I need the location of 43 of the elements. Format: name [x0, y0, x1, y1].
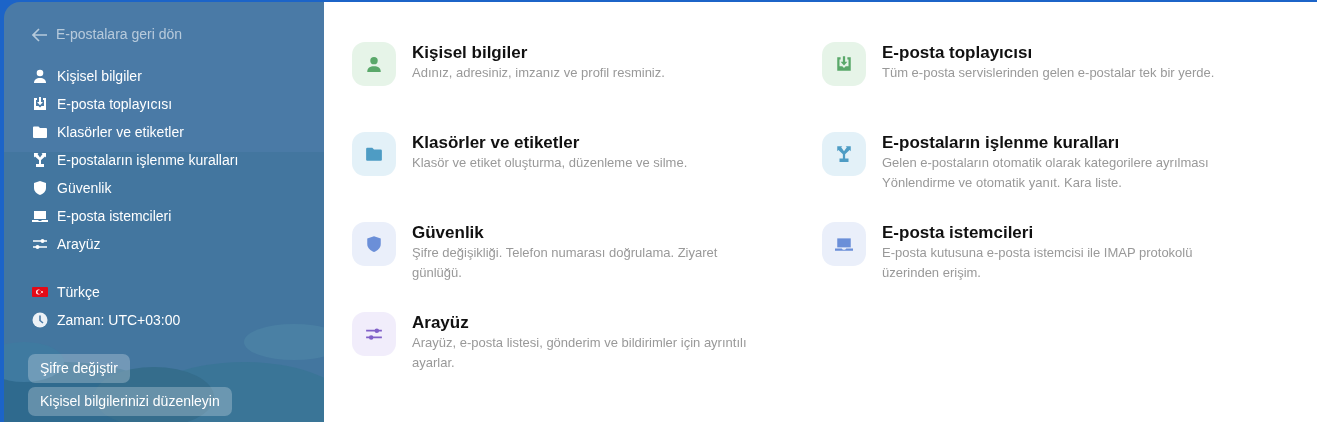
person-icon — [32, 68, 48, 84]
back-link[interactable]: E-postalara geri dön — [32, 24, 324, 45]
inbox-download-tile-icon[interactable] — [822, 42, 866, 86]
back-arrow-icon — [32, 26, 48, 43]
sidebar-item[interactable]: E-postaların işlenme kuralları — [57, 149, 239, 171]
card-title[interactable]: E-postaların işlenme kuralları — [882, 133, 1237, 153]
flag-icon — [32, 284, 48, 300]
sidebar-item[interactable]: E-posta toplayıcısı — [57, 93, 173, 115]
folder-icon — [32, 124, 48, 140]
card-description: Tüm e-posta servislerinden gelen e-postalar tek bir yerde. — [882, 64, 1215, 82]
branch-icon — [32, 152, 48, 168]
edit-profile-button[interactable]: Kişisel bilgilerinizi düzenleyin — [28, 387, 232, 416]
sidebar-item[interactable]: Güvenlik — [57, 177, 112, 199]
person-tile-icon[interactable] — [352, 42, 396, 86]
card-title[interactable]: Kişisel bilgiler — [412, 43, 665, 63]
laptop-tile-icon[interactable] — [822, 222, 866, 266]
card-description: Arayüz, e-posta listesi, gönderim ve bildirimler için ayrıntılı ayarlar. — [412, 334, 748, 372]
card-title[interactable]: Güvenlik — [412, 223, 767, 243]
sidebar-item[interactable]: E-posta istemcileri — [57, 205, 172, 227]
sliders-tile-icon[interactable] — [352, 312, 396, 356]
language-link[interactable]: Türkçe — [57, 281, 100, 303]
sidebar-item[interactable]: Kişisel bilgiler — [57, 65, 142, 87]
card-description: Klasör ve etiket oluşturma, düzenleme ve silme. — [412, 154, 688, 172]
shield-tile-icon[interactable] — [352, 222, 396, 266]
card-title[interactable]: E-posta toplayıcısı — [882, 43, 1215, 63]
card-title[interactable]: Arayüz — [412, 313, 767, 333]
shield-icon — [32, 180, 48, 196]
card-title[interactable]: Klasörler ve etiketler — [412, 133, 688, 153]
card-description: E-posta kutusuna e-posta istemcisi ile IMAP protokolü üzerinden erişim. — [882, 244, 1194, 282]
card-description: Şifre değişikliği. Telefon numarası doğrulama. Ziyaret günlüğü. — [412, 244, 719, 282]
clock-icon — [32, 312, 48, 328]
change-password-button[interactable]: Şifre değiştir — [28, 354, 130, 383]
sidebar-item[interactable]: Arayüz — [57, 233, 101, 255]
sliders-icon — [32, 236, 48, 252]
inbox-download-icon — [32, 96, 48, 112]
card-description: Adınız, adresiniz, imzanız ve profil resminiz. — [412, 64, 665, 82]
branch-tile-icon[interactable] — [822, 132, 866, 176]
card-description: Gelen e-postaların otomatik olarak kategorilere ayrılması Yönlendirme ve otomatik yanıt. Kara liste. — [882, 154, 1210, 192]
laptop-icon — [32, 208, 48, 224]
sidebar-item[interactable]: Klasörler ve etiketler — [57, 121, 184, 143]
folder-tile-icon[interactable] — [352, 132, 396, 176]
card-title[interactable]: E-posta istemcileri — [882, 223, 1237, 243]
time-zone-link[interactable]: Zaman: UTC+03:00 — [57, 309, 181, 331]
